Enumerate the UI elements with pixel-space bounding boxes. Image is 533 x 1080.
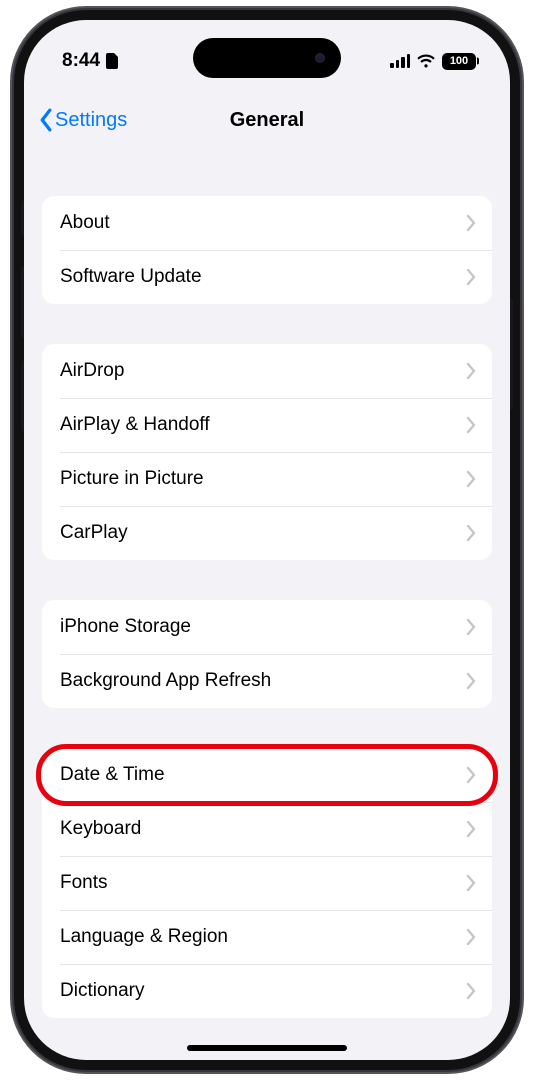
row-label: AirPlay & Handoff [60,414,466,436]
row-software-update[interactable]: Software Update [42,250,492,304]
back-label: Settings [55,109,127,132]
row-carplay[interactable]: CarPlay [42,506,492,560]
row-airdrop[interactable]: AirDrop [42,344,492,398]
battery-icon: 100 [442,53,476,70]
chevron-right-icon [466,524,476,542]
row-label: Software Update [60,266,466,288]
settings-list[interactable]: About Software Update AirDrop AirPlay & Han… [24,148,510,1060]
row-label: About [60,212,466,234]
cellular-signal-icon [390,54,410,68]
chevron-right-icon [466,214,476,232]
chevron-right-icon [466,820,476,838]
row-label: Keyboard [60,818,466,840]
row-label: Date & Time [60,764,466,786]
nav-bar: Settings General [24,92,510,148]
chevron-right-icon [466,928,476,946]
row-keyboard[interactable]: Keyboard [42,802,492,856]
back-button[interactable]: Settings [38,108,127,132]
chevron-right-icon [466,416,476,434]
row-dictionary[interactable]: Dictionary [42,964,492,1018]
screen: 8:44 100 Settings General [24,20,510,1060]
chevron-right-icon [466,672,476,690]
chevron-right-icon [466,766,476,784]
row-language-region[interactable]: Language & Region [42,910,492,964]
home-indicator[interactable] [187,1045,347,1051]
battery-level: 100 [450,55,468,67]
row-date-time[interactable]: Date & Time [42,748,492,802]
chevron-right-icon [466,470,476,488]
row-fonts[interactable]: Fonts [42,856,492,910]
chevron-right-icon [466,268,476,286]
row-label: iPhone Storage [60,616,466,638]
row-label: Dictionary [60,980,466,1002]
row-label: Background App Refresh [60,670,466,692]
wifi-icon [416,54,436,69]
row-picture-in-picture[interactable]: Picture in Picture [42,452,492,506]
dynamic-island [193,38,341,78]
row-iphone-storage[interactable]: iPhone Storage [42,600,492,654]
row-label: AirDrop [60,360,466,382]
row-label: Picture in Picture [60,468,466,490]
settings-group: AirDrop AirPlay & Handoff Picture in Pictu… [42,344,492,560]
row-airplay-handoff[interactable]: AirPlay & Handoff [42,398,492,452]
settings-group: iPhone Storage Background App Refresh [42,600,492,708]
chevron-right-icon [466,618,476,636]
chevron-right-icon [466,982,476,1000]
status-time: 8:44 [62,50,100,72]
chevron-right-icon [466,874,476,892]
row-label: Language & Region [60,926,466,948]
settings-group: Date & Time Keyboard Fonts Language & Regio… [42,748,492,1018]
row-label: Fonts [60,872,466,894]
page-title: General [230,109,304,132]
chevron-right-icon [466,362,476,380]
settings-group: About Software Update [42,196,492,304]
row-label: CarPlay [60,522,466,544]
phone-frame: 8:44 100 Settings General [14,10,520,1070]
row-background-app-refresh[interactable]: Background App Refresh [42,654,492,708]
row-about[interactable]: About [42,196,492,250]
sim-icon [106,53,118,69]
chevron-left-icon [38,108,53,132]
